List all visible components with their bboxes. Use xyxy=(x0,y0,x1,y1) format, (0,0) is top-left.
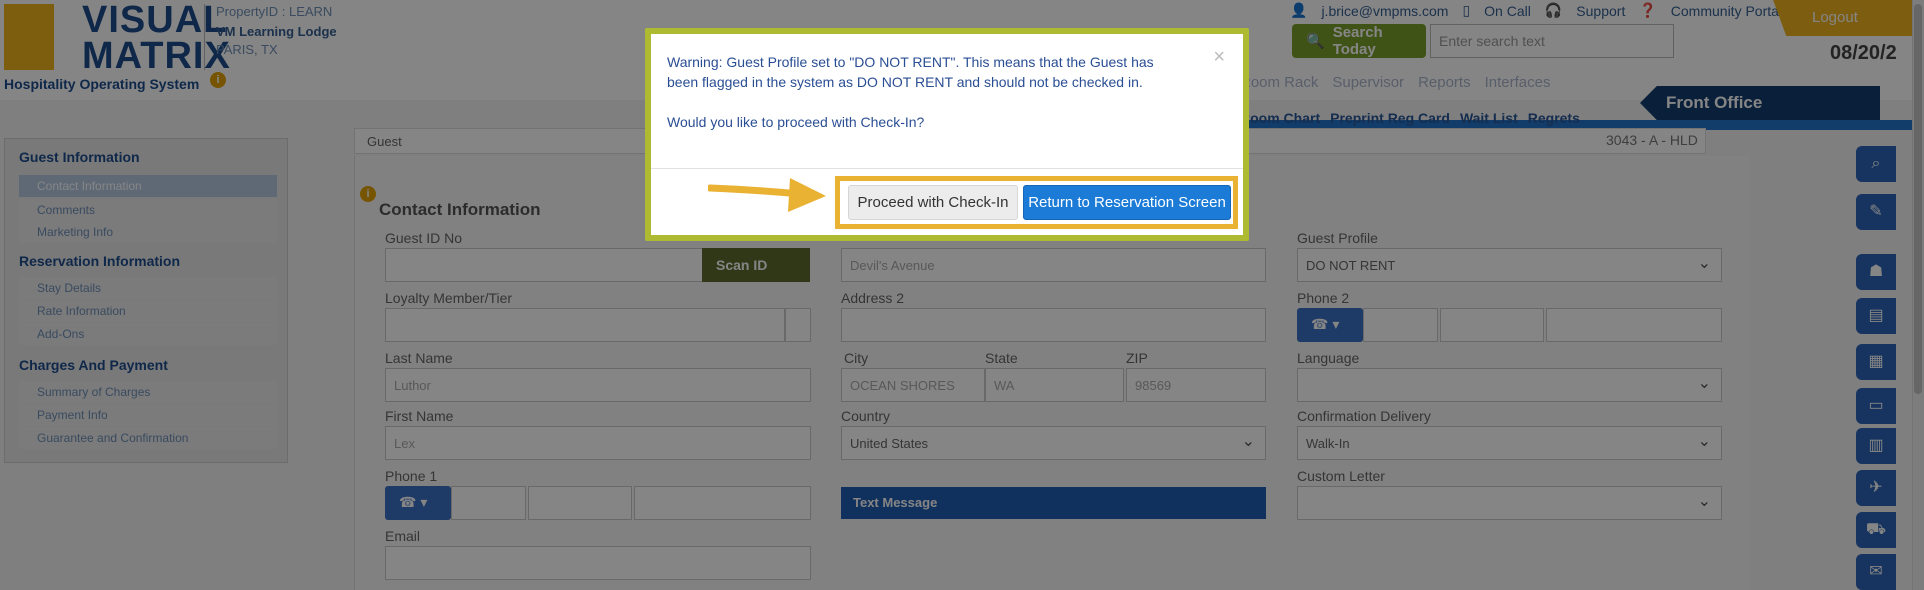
annotation-arrow-icon xyxy=(708,178,826,212)
check-in-question: Would you like to proceed with Check-In? xyxy=(667,114,925,130)
return-to-reservation-button[interactable]: Return to Reservation Screen xyxy=(1023,185,1231,220)
close-icon[interactable]: × xyxy=(1213,46,1225,69)
dialog-divider xyxy=(651,168,1243,169)
warning-message: Warning: Guest Profile set to "DO NOT RE… xyxy=(667,54,1154,90)
button-highlight-frame: Proceed with Check-In Return to Reservat… xyxy=(835,176,1238,229)
proceed-check-in-button[interactable]: Proceed with Check-In xyxy=(848,185,1018,220)
dialog-body: Warning: Guest Profile set to "DO NOT RE… xyxy=(667,52,1187,132)
